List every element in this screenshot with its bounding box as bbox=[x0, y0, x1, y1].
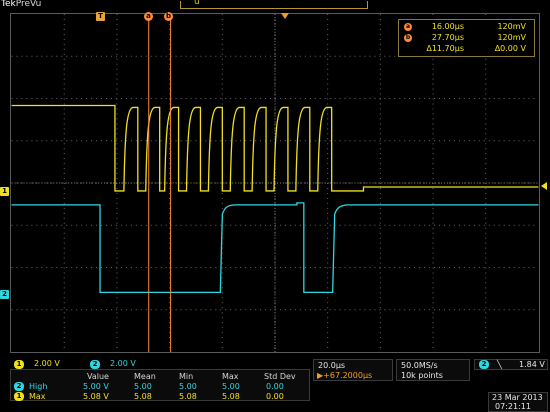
meas-row2-label: Max bbox=[29, 392, 46, 401]
horizontal-position: ▶+67.2000µs bbox=[317, 371, 373, 380]
cursor-a-voltage: 120mV bbox=[497, 22, 526, 31]
datetime-panel: 23 Mar 2013 07:21:11 bbox=[488, 392, 548, 412]
acquisition-panel[interactable]: 50.0MS/s 10k points bbox=[396, 359, 470, 381]
brand-label: TekPreVu bbox=[1, 0, 41, 9]
trigger-position-marker[interactable]: T bbox=[96, 12, 105, 21]
meas-row2-mean: 5.08 bbox=[134, 392, 152, 401]
trigger-panel[interactable]: 2 ╲ 1.84 V bbox=[474, 359, 548, 370]
meas-row1-max: 5.00 bbox=[222, 382, 240, 391]
meas-row2-value: 5.08 V bbox=[83, 392, 109, 401]
meas-row2-badge: 1 bbox=[14, 392, 24, 401]
cursor-b-time: 27.70µs bbox=[431, 33, 464, 42]
cursor-a-icon: a bbox=[404, 23, 412, 31]
cursor-b-marker[interactable]: b bbox=[164, 12, 173, 21]
ch1-scale[interactable]: 2.00 V bbox=[34, 359, 60, 368]
meas-row2-stddev: 0.00 bbox=[266, 392, 284, 401]
timebase-panel[interactable]: 20.0µs ▶+67.2000µs bbox=[313, 359, 393, 381]
meas-header-min: Min bbox=[179, 372, 194, 381]
meas-row1-value: 5.00 V bbox=[83, 382, 109, 391]
sample-rate: 50.0MS/s bbox=[401, 361, 438, 370]
ch2-badge: 2 bbox=[90, 360, 100, 369]
record-length: 10k points bbox=[401, 371, 443, 380]
waveform-display[interactable] bbox=[10, 13, 540, 353]
meas-row2-max: 5.08 bbox=[222, 392, 240, 401]
meas-row1-badge: 2 bbox=[14, 382, 24, 391]
graticule-grid bbox=[11, 14, 539, 352]
measurement-table[interactable]: Value Mean Min Max Std Dev 2 High 5.00 V… bbox=[10, 369, 310, 401]
meas-row1-label: High bbox=[29, 382, 48, 391]
record-position-marker: u bbox=[194, 0, 200, 7]
meas-header-stddev: Std Dev bbox=[264, 372, 296, 381]
ch2-scale[interactable]: 2.00 V bbox=[110, 359, 136, 368]
ch1-badge: 1 bbox=[14, 360, 24, 369]
meas-header-value: Value bbox=[87, 372, 109, 381]
cursor-delta-voltage: Δ0.00 V bbox=[494, 44, 526, 53]
cursor-b-voltage: 120mV bbox=[497, 33, 526, 42]
record-view-indicator[interactable] bbox=[180, 1, 368, 9]
trigger-level-marker[interactable] bbox=[541, 182, 547, 190]
date-label: 23 Mar 2013 bbox=[492, 393, 543, 402]
expansion-point-marker[interactable] bbox=[281, 13, 289, 19]
channel-scale-bar[interactable]: 1 2.00 V 2 2.00 V bbox=[10, 359, 310, 369]
meas-row1-min: 5.00 bbox=[179, 382, 197, 391]
horizontal-scale: 20.0µs bbox=[318, 361, 346, 370]
ch1-ground-marker[interactable]: 1 bbox=[0, 187, 9, 196]
cursor-a-time: 16.00µs bbox=[431, 22, 464, 31]
meas-header-mean: Mean bbox=[134, 372, 156, 381]
cursor-readout[interactable]: a 16.00µs 120mV b 27.70µs 120mV Δ11.70µs… bbox=[398, 19, 535, 57]
cursor-b-icon: b bbox=[404, 34, 412, 42]
ch2-ground-marker[interactable]: 2 bbox=[0, 290, 9, 299]
brand-tek: Tek bbox=[1, 0, 16, 9]
trigger-slope-icon: ╲ bbox=[497, 360, 502, 369]
time-label: 07:21:11 bbox=[495, 402, 531, 411]
meas-row1-stddev: 0.00 bbox=[266, 382, 284, 391]
meas-row2-min: 5.08 bbox=[179, 392, 197, 401]
meas-header-max: Max bbox=[222, 372, 239, 381]
meas-row1-mean: 5.00 bbox=[134, 382, 152, 391]
cursor-a-marker[interactable]: a bbox=[144, 12, 153, 21]
cursor-delta-time: Δ11.70µs bbox=[426, 44, 464, 53]
brand-mode: PreVu bbox=[15, 0, 42, 9]
trigger-source-badge: 2 bbox=[479, 360, 489, 369]
trigger-level: 1.84 V bbox=[519, 360, 545, 369]
